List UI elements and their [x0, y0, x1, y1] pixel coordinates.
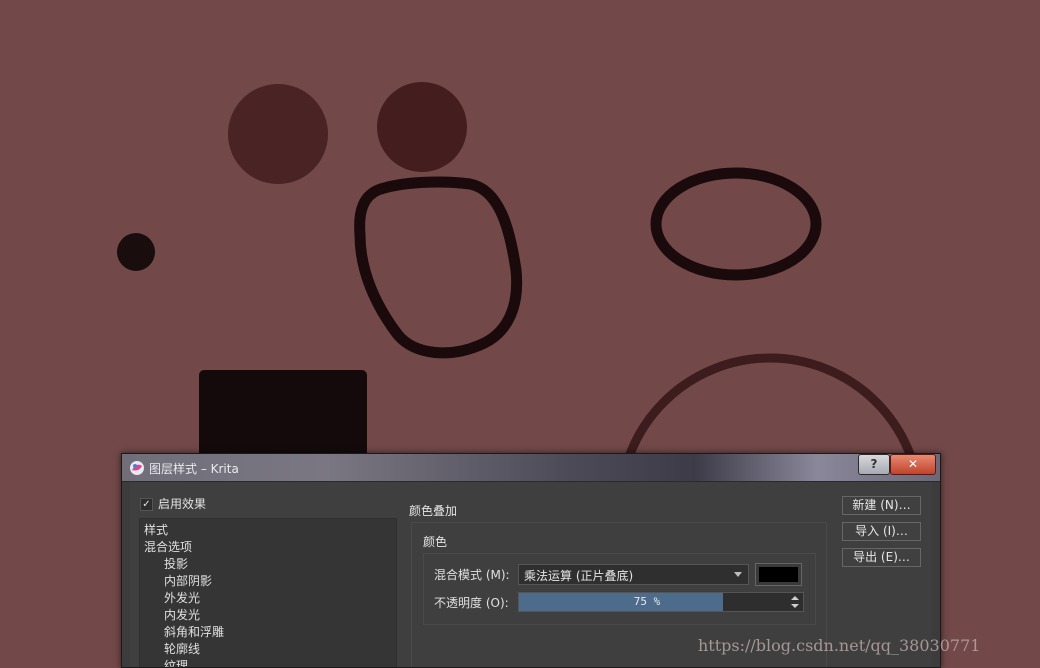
enable-effects-label: 启用效果 — [158, 497, 207, 511]
dialog-titlebar[interactable]: 图层样式 – Krita ? ✕ — [122, 454, 940, 482]
list-item-inner-glow[interactable]: 内发光 — [164, 606, 200, 623]
watermark-text: https://blog.csdn.net/qq_38030771 — [698, 636, 981, 655]
canvas-dot-shape — [117, 233, 155, 271]
list-item-blending-options[interactable]: 混合选项 — [144, 538, 192, 555]
list-item-bevel-emboss[interactable]: 斜角和浮雕 — [164, 623, 224, 640]
spin-up-icon[interactable] — [791, 596, 799, 600]
blend-mode-label: 混合模式 (M): — [434, 568, 510, 582]
list-item-contour[interactable]: 轮廓线 — [164, 640, 200, 657]
list-item-texture[interactable]: 纹理 — [164, 657, 188, 667]
list-item-drop-shadow[interactable]: 投影 — [164, 555, 188, 572]
color-swatch — [759, 567, 798, 582]
help-button[interactable]: ? — [858, 454, 890, 475]
color-settings-panel: 混合模式 (M): 乘法运算 (正片叠底) 不透明度 (O): 75 % — [423, 553, 816, 625]
blend-mode-value: 乘法运算 (正片叠底) — [524, 569, 634, 583]
color-group-title: 颜色 — [423, 535, 448, 549]
list-item-outer-glow[interactable]: 外发光 — [164, 589, 200, 606]
window-title: 图层样式 – Krita — [149, 462, 239, 476]
color-overlay-title: 颜色叠加 — [409, 504, 458, 518]
canvas-circle-shape — [377, 82, 467, 172]
chevron-down-icon — [734, 572, 742, 577]
close-button[interactable]: ✕ — [890, 454, 936, 475]
list-item-inner-shadow[interactable]: 内部阴影 — [164, 572, 212, 589]
opacity-slider[interactable]: 75 % — [518, 592, 804, 612]
canvas-ellipse-shape — [650, 167, 822, 281]
export-button[interactable]: 导出 (E)… — [842, 548, 921, 567]
checkmark-icon: ✓ — [140, 498, 153, 511]
color-swatch-button[interactable] — [755, 563, 802, 586]
canvas-freehand-stroke — [354, 176, 523, 359]
blend-mode-select[interactable]: 乘法运算 (正片叠底) — [518, 564, 749, 585]
opacity-label: 不透明度 (O): — [434, 596, 509, 610]
spin-down-icon[interactable] — [791, 604, 799, 608]
opacity-value: 75 % — [633, 595, 661, 608]
enable-effects-checkbox[interactable]: ✓ 启用效果 — [140, 495, 206, 512]
canvas-circle-shape — [228, 84, 328, 184]
krita-app-icon — [130, 461, 144, 475]
style-list: 样式 混合选项 投影 内部阴影 外发光 内发光 斜角和浮雕 轮廓线 纹理 — [139, 518, 397, 667]
import-button[interactable]: 导入 (I)… — [842, 522, 921, 541]
new-button[interactable]: 新建 (N)… — [842, 496, 921, 515]
list-item-style[interactable]: 样式 — [144, 521, 168, 538]
